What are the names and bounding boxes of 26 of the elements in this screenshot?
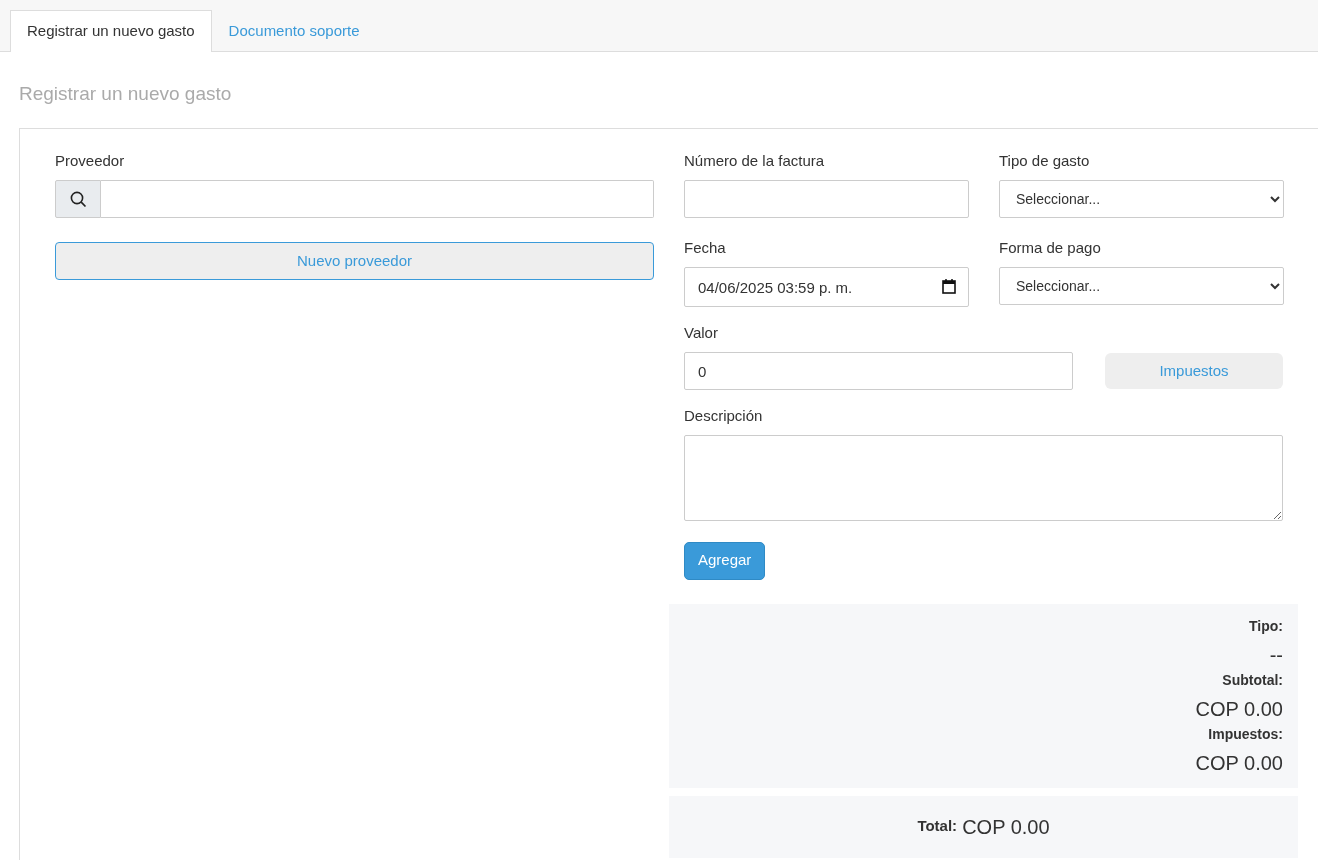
summary-value: COP 0.00 bbox=[1194, 750, 1283, 776]
summary-label: Tipo: bbox=[1248, 616, 1283, 636]
field-label: Tipo de gasto bbox=[999, 151, 1091, 171]
supplier-search-field[interactable] bbox=[101, 180, 654, 218]
summary-value: -- bbox=[1268, 642, 1283, 668]
field-label: Forma de pago bbox=[999, 238, 1102, 258]
tab[interactable]: Registrar un nuevo gasto bbox=[10, 10, 212, 52]
page-heading: Registrar un nuevo gasto bbox=[19, 82, 233, 106]
summary-label: Impuestos: bbox=[1207, 724, 1283, 744]
amount-field[interactable]: 0 bbox=[684, 352, 1073, 390]
date-field[interactable]: 04/06/2025 03:59 p. m. bbox=[684, 267, 969, 307]
field-label: Proveedor bbox=[55, 151, 126, 171]
field-label: Descripción bbox=[684, 406, 764, 426]
total-value: COP 0.00 bbox=[962, 814, 1050, 840]
invoice-number-field[interactable] bbox=[684, 180, 969, 218]
total-label: Total: bbox=[917, 816, 958, 837]
description-field[interactable] bbox=[684, 435, 1283, 521]
field-label: Fecha bbox=[684, 238, 727, 258]
summary-label: Subtotal: bbox=[1221, 670, 1283, 690]
payment-method-select[interactable]: Seleccionar... bbox=[999, 267, 1284, 305]
field-label: Valor bbox=[684, 323, 719, 343]
field-label: Número de la factura bbox=[684, 151, 826, 171]
search-icon bbox=[69, 190, 87, 208]
summary-value: COP 0.00 bbox=[1194, 696, 1283, 722]
calendar-icon bbox=[942, 279, 956, 294]
expense-type-select[interactable]: Seleccionar... bbox=[999, 180, 1284, 218]
